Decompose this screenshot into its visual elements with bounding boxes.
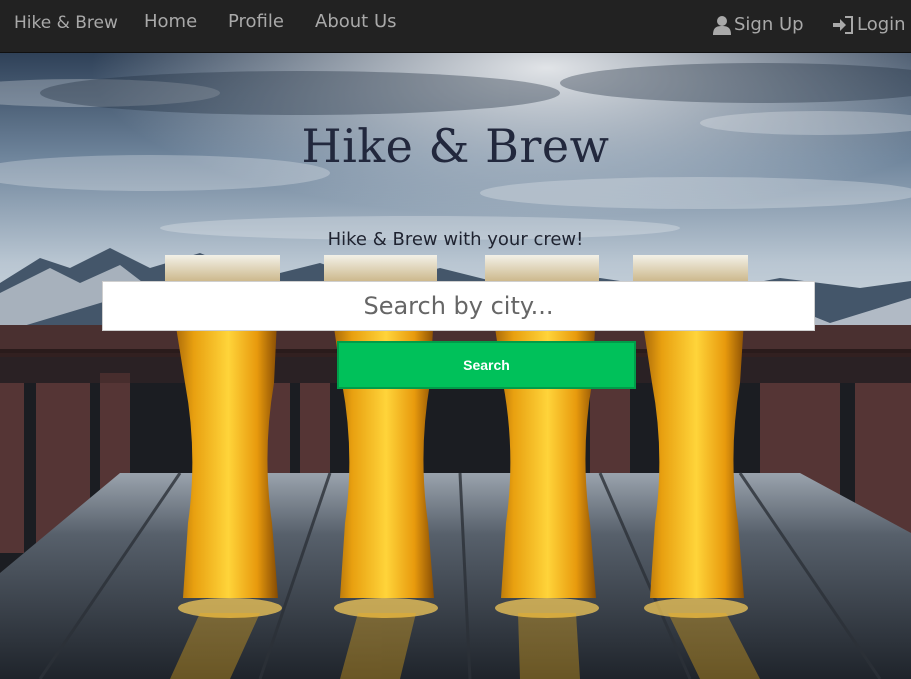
nav-profile-link[interactable]: Profile xyxy=(228,11,284,32)
signup-link[interactable]: Sign Up xyxy=(712,14,804,35)
hero-section: Hike & Brew Hike & Brew with your crew! … xyxy=(0,53,911,679)
search-button[interactable]: Search xyxy=(337,341,636,389)
user-icon xyxy=(713,15,731,35)
hero-title: Hike & Brew xyxy=(301,119,610,173)
signup-label: Sign Up xyxy=(734,14,804,35)
brand-link[interactable]: Hike & Brew xyxy=(14,13,118,33)
nav-home-link[interactable]: Home xyxy=(144,11,197,32)
log-in-icon xyxy=(833,15,853,34)
login-label: Login xyxy=(857,14,906,35)
navbar: Hike & Brew Home Profile About Us Sign U… xyxy=(0,0,911,53)
hero-tagline: Hike & Brew with your crew! xyxy=(327,229,584,250)
login-link[interactable]: Login xyxy=(833,14,906,35)
nav-about-link[interactable]: About Us xyxy=(315,11,397,32)
city-search-input[interactable] xyxy=(102,281,815,331)
